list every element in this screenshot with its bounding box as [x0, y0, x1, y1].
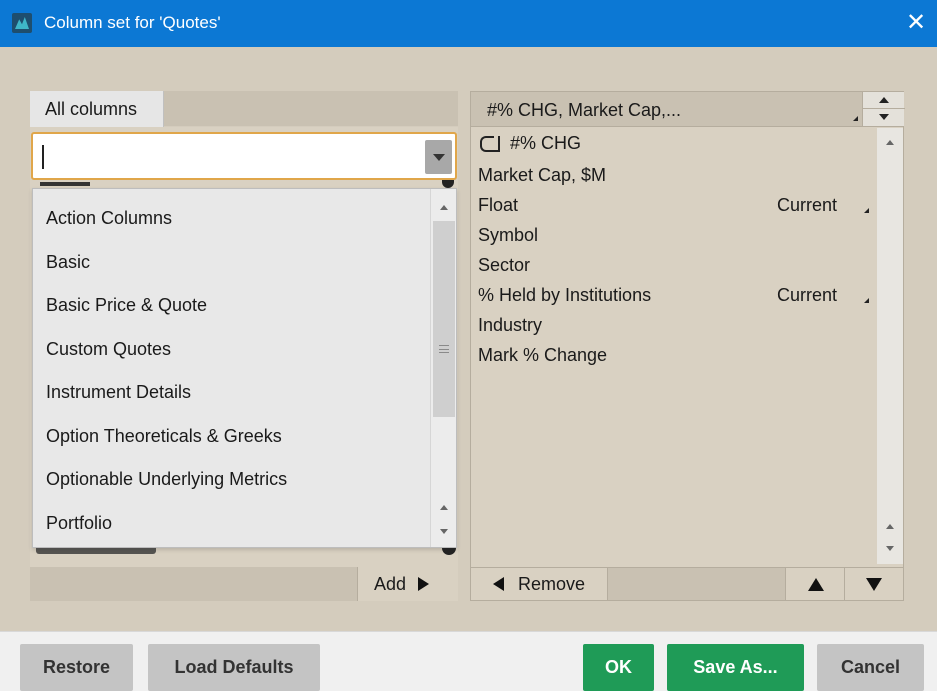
dropdown-scrollbar[interactable] [430, 189, 456, 547]
dropdown-item-custom-quotes[interactable]: Custom Quotes [46, 339, 171, 360]
list-item-partial [36, 180, 456, 188]
divider [863, 108, 905, 109]
list-item[interactable]: Mark % Change [478, 345, 607, 366]
list-item[interactable]: Symbol [478, 225, 538, 246]
title-bar: Column set for 'Quotes' ✕ [0, 0, 937, 47]
remove-button[interactable]: Remove [471, 568, 608, 600]
corner-menu-icon[interactable] [864, 208, 869, 213]
dropdown-item-basic[interactable]: Basic [46, 252, 90, 273]
column-search-input[interactable] [41, 143, 411, 171]
cancel-button[interactable]: Cancel [817, 644, 924, 691]
chevron-down-icon[interactable] [425, 140, 452, 174]
text-cursor [42, 145, 44, 169]
move-up-button[interactable] [785, 568, 845, 600]
save-as-button[interactable]: Save As... [667, 644, 804, 691]
caret-up-icon[interactable] [879, 97, 889, 103]
column-label: #% CHG [510, 133, 582, 153]
column-set-header[interactable]: #% CHG, Market Cap,... [470, 91, 904, 127]
column-search-combobox[interactable] [31, 132, 457, 180]
scroll-up-icon[interactable] [886, 140, 894, 145]
list-item[interactable]: #% CHG [478, 133, 581, 154]
play-right-icon [418, 577, 430, 591]
dropdown-item-instrument-details[interactable]: Instrument Details [46, 382, 191, 403]
list-item-partial [36, 548, 456, 558]
scroll-down-icon[interactable] [440, 529, 448, 534]
selected-list-scrollbar[interactable] [877, 128, 903, 564]
corner-menu-icon[interactable] [853, 116, 858, 121]
tab-all-columns[interactable]: All columns [30, 91, 164, 127]
dropdown-item-option-theoreticals[interactable]: Option Theoreticals & Greeks [46, 426, 282, 447]
play-left-icon [493, 577, 504, 591]
scroll-up-icon[interactable] [440, 205, 448, 210]
list-item[interactable]: % Held by Institutions [478, 285, 651, 306]
column-period[interactable]: Current [777, 195, 837, 216]
load-defaults-button[interactable]: Load Defaults [148, 644, 320, 691]
restore-button[interactable]: Restore [20, 644, 133, 691]
list-item[interactable]: Float [478, 195, 518, 216]
dropdown-item-portfolio[interactable]: Portfolio [46, 513, 112, 534]
ok-button[interactable]: OK [583, 644, 654, 691]
scrollbar-thumb[interactable] [433, 221, 455, 417]
window-title: Column set for 'Quotes' [44, 13, 221, 32]
column-set-spinner[interactable] [862, 92, 905, 126]
category-dropdown: Action Columns Basic Basic Price & Quote… [32, 188, 457, 548]
column-period[interactable]: Current [777, 285, 837, 306]
scroll-down-icon[interactable] [886, 546, 894, 551]
list-item[interactable]: Market Cap, $M [478, 165, 606, 186]
move-down-button[interactable] [845, 568, 903, 600]
close-icon[interactable]: ✕ [901, 8, 931, 38]
dropdown-item-basic-price-quote[interactable]: Basic Price & Quote [46, 295, 207, 316]
grip-icon [439, 345, 449, 353]
list-item[interactable]: Sector [478, 255, 530, 276]
scroll-up-icon[interactable] [886, 524, 894, 529]
scroll-up-icon[interactable] [440, 505, 448, 510]
scroll-icon [478, 135, 500, 152]
dropdown-item-optionable-underlying[interactable]: Optionable Underlying Metrics [46, 469, 287, 490]
corner-menu-icon[interactable] [864, 298, 869, 303]
dropdown-item-action-columns[interactable]: Action Columns [46, 208, 172, 229]
list-item[interactable]: Industry [478, 315, 542, 336]
caret-down-icon[interactable] [879, 114, 889, 120]
column-set-label: #% CHG, Market Cap,... [487, 100, 682, 120]
add-label: Add [374, 574, 407, 594]
add-button[interactable]: Add [357, 567, 458, 601]
app-logo-icon [12, 13, 32, 33]
remove-label: Remove [518, 574, 586, 594]
